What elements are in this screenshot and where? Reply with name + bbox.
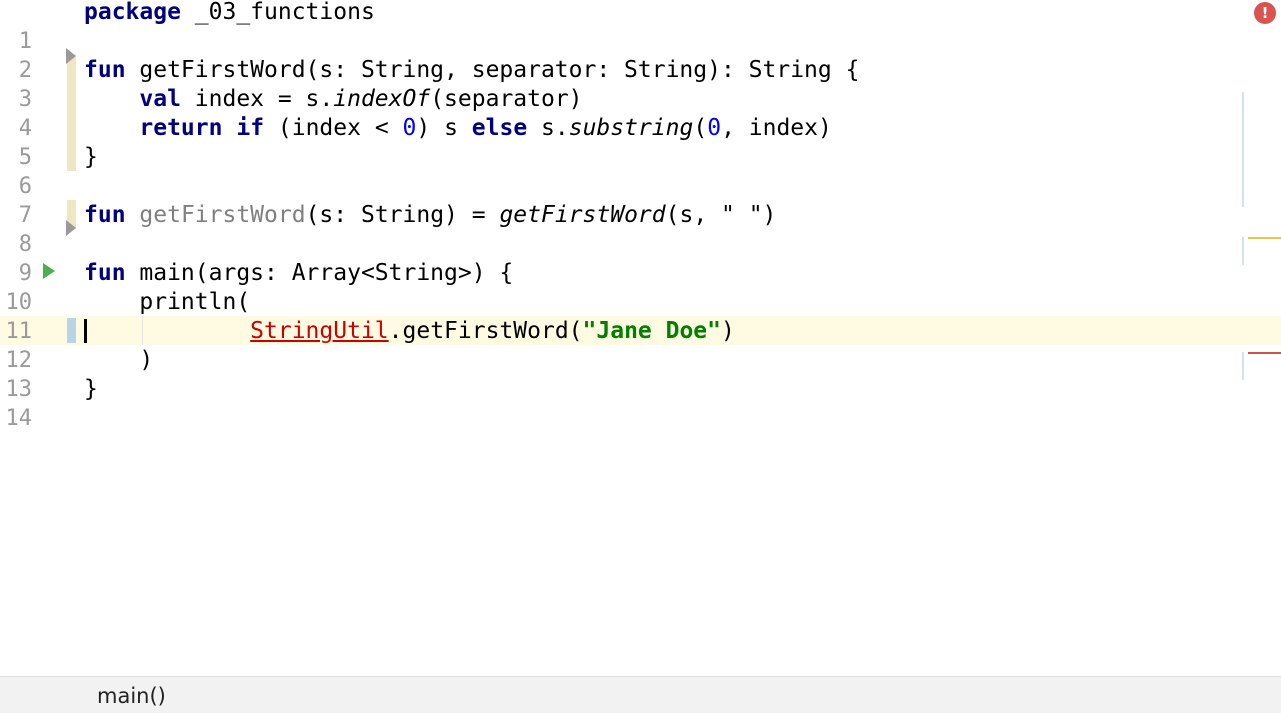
keyword: fun (84, 202, 126, 228)
keyword: return (139, 115, 223, 141)
code-line: 7 (0, 172, 1281, 228)
code-text: (s: String) = (305, 202, 500, 228)
keyword: val (139, 86, 181, 112)
keyword: if (236, 115, 265, 141)
line-number: 14 (5, 406, 33, 431)
text-caret (84, 319, 87, 343)
code-text: , index) (721, 115, 832, 141)
error-marker[interactable] (1248, 352, 1281, 354)
code-line: 12 StringUtil.getFirstWord("Jane Doe") (0, 317, 1281, 373)
code-line: 13 ) (0, 346, 1281, 402)
code-text: ) s (416, 115, 472, 141)
code-line: 10 fun main(args: Array<String>) { (0, 259, 1281, 315)
code-line: 2 (0, 27, 1281, 83)
code-text: ) (84, 347, 154, 373)
scrollbar-track[interactable] (1242, 352, 1244, 380)
code-text: getFirstWord(s: String, separator: Strin… (125, 57, 860, 83)
scrollbar-track[interactable] (1242, 92, 1244, 207)
code-line: 5 return if (index < 0) s else s.substri… (0, 114, 1281, 170)
keyword: fun (84, 57, 126, 83)
code-text: ( (693, 115, 708, 141)
unused-function-name: getFirstWord (139, 202, 306, 228)
code-line: 4 val index = s.indexOf(separator) (0, 85, 1281, 141)
keyword: fun (84, 260, 126, 286)
status-bar: main() (0, 676, 1281, 713)
warning-marker[interactable] (1248, 237, 1281, 239)
string-literal: "Jane Doe" (582, 318, 722, 344)
code-text: s. (527, 115, 569, 141)
number-literal: 0 (707, 115, 722, 141)
breadcrumb[interactable]: main() (97, 684, 166, 708)
code-line: 11 println( (0, 288, 1281, 344)
keyword: package (84, 0, 181, 25)
code-line: 8 fun getFirstWord(s: String) = getFirst… (0, 201, 1281, 257)
scrollbar-track[interactable] (1242, 237, 1244, 265)
code-line: 1 package _03_functions (0, 0, 1281, 54)
code-text: index = s. (180, 86, 334, 112)
code-line: 3 fun getFirstWord(s: String, separator:… (0, 56, 1281, 112)
code-line: 6 } (0, 143, 1281, 199)
code-text: println( (84, 289, 251, 315)
keyword: else (471, 115, 528, 141)
code-editor[interactable]: 1 package _03_functions 2 3 fun getFirst… (0, 0, 1281, 676)
number-literal: 0 (402, 115, 417, 141)
code-text: main(args: Array<String>) { (125, 260, 514, 286)
code-line: 9 (0, 230, 1281, 286)
code-text: } (84, 144, 98, 170)
code-text: (index < (264, 115, 403, 141)
unresolved-reference[interactable]: StringUtil (250, 318, 388, 344)
code-text: } (84, 376, 98, 402)
code-text: (separator) (430, 86, 583, 112)
function-call: substring (568, 115, 694, 141)
code-text: ) (721, 318, 735, 344)
code-line: 14 } (0, 375, 1281, 431)
function-call: getFirstWord (499, 202, 666, 228)
code-text: (s, " ") (665, 202, 777, 228)
error-icon[interactable]: ! (1254, 2, 1276, 24)
function-call: indexOf (333, 86, 431, 112)
code-text: _03_functions (180, 0, 375, 25)
code-text: .getFirstWord( (388, 318, 583, 344)
